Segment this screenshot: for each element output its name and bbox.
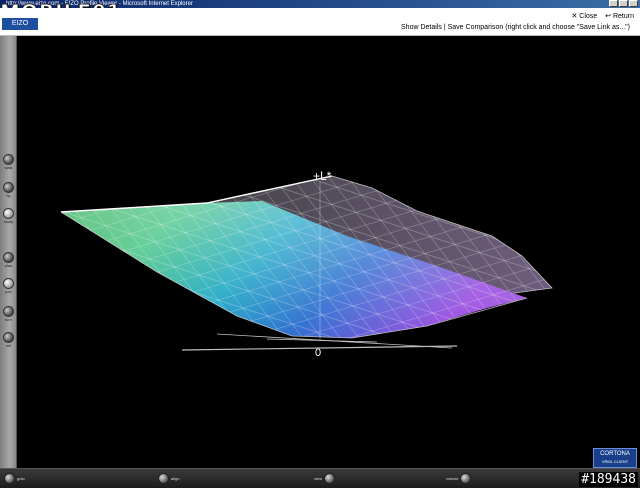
vrml-viewport[interactable]: +L* 0 xyxy=(17,36,640,468)
return-link[interactable]: ↩ Return xyxy=(605,12,634,20)
turn-tool[interactable]: turn xyxy=(2,306,15,322)
goto-icon xyxy=(4,473,15,484)
study-icon xyxy=(3,208,14,219)
plan-label: plan xyxy=(4,263,13,268)
turn-label: turn xyxy=(5,317,12,322)
header-controls: ✕ Close ↩ Return xyxy=(571,12,634,20)
restore-label: restore xyxy=(446,476,459,481)
save-comparison-link[interactable]: Save Comparison (right click and choose … xyxy=(448,24,630,31)
close-label: Close xyxy=(579,13,598,20)
fly-icon xyxy=(3,182,14,193)
align-button[interactable]: align xyxy=(158,473,179,484)
window-controls xyxy=(609,0,638,7)
origin-label: 0 xyxy=(315,347,321,359)
plan-icon xyxy=(3,252,14,263)
show-details-link[interactable]: Show Details xyxy=(401,24,442,31)
pan-tool[interactable]: pan xyxy=(2,278,15,294)
pan-label: pan xyxy=(5,289,12,294)
walk-label: walk xyxy=(4,165,13,170)
roll-label: roll xyxy=(5,343,12,348)
gamut-3d-render: +L* 0 xyxy=(60,169,553,359)
header-links: Show Details | Save Comparison (right cl… xyxy=(401,24,630,31)
walk-tool[interactable]: walk xyxy=(2,154,15,170)
roll-icon xyxy=(3,332,14,343)
minimize-button[interactable] xyxy=(609,0,618,7)
align-icon xyxy=(158,473,169,484)
maximize-button[interactable] xyxy=(619,0,628,7)
link-separator: | xyxy=(443,24,446,31)
study-tool[interactable]: study xyxy=(2,208,15,224)
bottom-toolbar: goto align view restore xyxy=(0,468,640,488)
pan-icon xyxy=(3,278,14,289)
walk-icon xyxy=(3,154,14,165)
navigation-toolbar: walk fly study plan pan turn roll xyxy=(0,36,17,468)
close-window-button[interactable] xyxy=(629,0,638,7)
cortona-sub: VRML CLIENT xyxy=(601,459,629,464)
cortona-badge[interactable]: CORTONA VRML CLIENT xyxy=(593,448,637,468)
view-label: view xyxy=(314,476,323,481)
image-id: #189438 xyxy=(579,472,638,487)
goto-label: goto xyxy=(17,476,25,481)
plan-tool[interactable]: plan xyxy=(2,252,15,268)
view-button[interactable]: view xyxy=(314,473,336,484)
fly-tool[interactable]: fly xyxy=(2,182,15,198)
return-label: Return xyxy=(612,13,634,20)
align-label: align xyxy=(171,476,180,481)
close-link[interactable]: ✕ Close xyxy=(571,12,597,20)
roll-tool[interactable]: roll xyxy=(2,332,15,348)
eizo-logo: EIZO xyxy=(2,18,38,30)
restore-button[interactable]: restore xyxy=(446,473,472,484)
cortona-brand: CORTONA xyxy=(600,451,630,457)
restore-icon xyxy=(460,473,472,484)
fly-label: fly xyxy=(6,193,11,198)
view-icon xyxy=(324,473,336,484)
l-axis-label: +L* xyxy=(313,169,332,183)
study-label: study xyxy=(3,219,14,224)
goto-button[interactable]: goto xyxy=(4,473,25,484)
page-header: EIZO ✕ Close ↩ Return Show Details | Sav… xyxy=(0,8,640,36)
turn-icon xyxy=(3,306,14,317)
